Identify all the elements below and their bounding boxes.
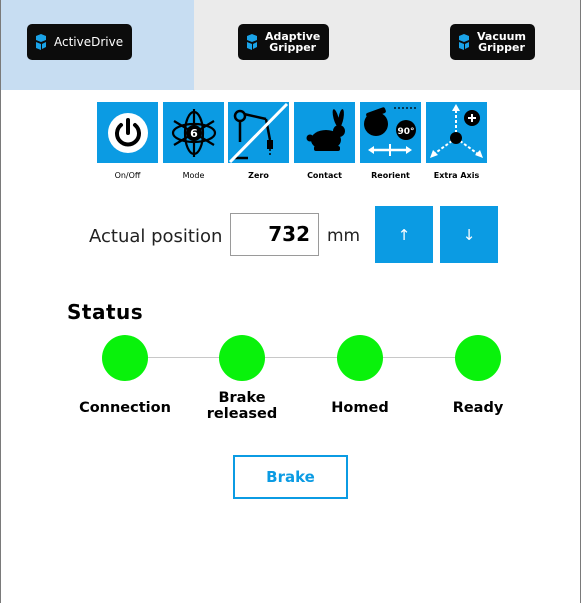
tool-label: Reorient	[371, 171, 410, 180]
adaptive-gripper-tab-pill[interactable]: Adaptive Gripper	[238, 24, 330, 60]
on-off-button[interactable]	[97, 102, 158, 163]
homed-status-label: Homed	[331, 400, 389, 416]
product-tab-bar: ActiveDrive Adaptive Gripper Vacuum Grip…	[1, 0, 580, 90]
mode-button[interactable]: 6	[163, 102, 224, 163]
tool-label: Mode	[182, 171, 205, 180]
tool-contact: Contact	[294, 102, 355, 180]
position-unit-label: mm	[327, 226, 361, 246]
brake-released-status-led	[219, 335, 265, 381]
arrow-up-icon: ↑	[397, 225, 411, 244]
brake-button[interactable]: Brake	[233, 455, 348, 499]
zero-button[interactable]	[228, 102, 289, 163]
tool-label: On/Off	[114, 171, 141, 180]
arrow-down-icon: ↓	[462, 225, 476, 244]
tool-extra-axis: Extra Axis	[426, 102, 487, 180]
tab-vacuum-gripper[interactable]: Vacuum Gripper	[387, 0, 580, 90]
robotiq-logo-icon	[459, 34, 469, 50]
reorient-90-icon: 90°	[364, 107, 416, 156]
extra-axis-icon	[430, 104, 483, 158]
connection-status-led	[102, 335, 148, 381]
tab-label: ActiveDrive	[54, 34, 124, 49]
robotiq-logo-icon	[36, 34, 46, 50]
svg-text:6: 6	[190, 127, 198, 140]
connection-status-label: Connection	[79, 400, 171, 416]
tool-label: Extra Axis	[433, 171, 480, 180]
tool-mode: 6 Mode	[163, 102, 224, 180]
power-icon	[107, 112, 148, 153]
status-title: Status	[67, 300, 144, 324]
tool-reorient: 90° Reorient	[360, 102, 421, 180]
tab-activedrive[interactable]: ActiveDrive	[1, 0, 194, 90]
tool-zero: Zero	[228, 102, 289, 180]
tab-label: Adaptive Gripper	[265, 30, 321, 54]
extra-axis-button[interactable]	[426, 102, 487, 163]
status-connector-line	[124, 357, 480, 358]
ready-status-label: Ready	[452, 400, 504, 416]
jog-up-button[interactable]: ↑	[375, 206, 433, 263]
reorient-button[interactable]: 90°	[360, 102, 421, 163]
homed-status-led	[337, 335, 383, 381]
jog-down-button[interactable]: ↓	[440, 206, 498, 263]
rabbit-contact-icon	[306, 108, 345, 151]
actual-position-label: Actual position	[89, 226, 223, 247]
ready-status-led	[455, 335, 501, 381]
six-axis-mode-icon: 6	[171, 108, 216, 157]
tab-adaptive-gripper[interactable]: Adaptive Gripper	[194, 0, 387, 90]
brake-released-status-label: Brake released	[206, 390, 278, 422]
tool-label: Contact	[307, 171, 342, 180]
tool-on-off: On/Off	[97, 102, 158, 180]
reorient-badge: 90°	[397, 127, 414, 137]
actual-position-field: 732	[230, 213, 319, 256]
tab-label: Vacuum Gripper	[477, 30, 526, 54]
zero-robot-arm-icon	[228, 102, 289, 163]
tool-label: Zero	[248, 171, 269, 180]
contact-button[interactable]	[294, 102, 355, 163]
activedrive-tab-pill[interactable]: ActiveDrive	[27, 24, 133, 60]
robotiq-logo-icon	[247, 34, 257, 50]
vacuum-gripper-tab-pill[interactable]: Vacuum Gripper	[450, 24, 535, 60]
